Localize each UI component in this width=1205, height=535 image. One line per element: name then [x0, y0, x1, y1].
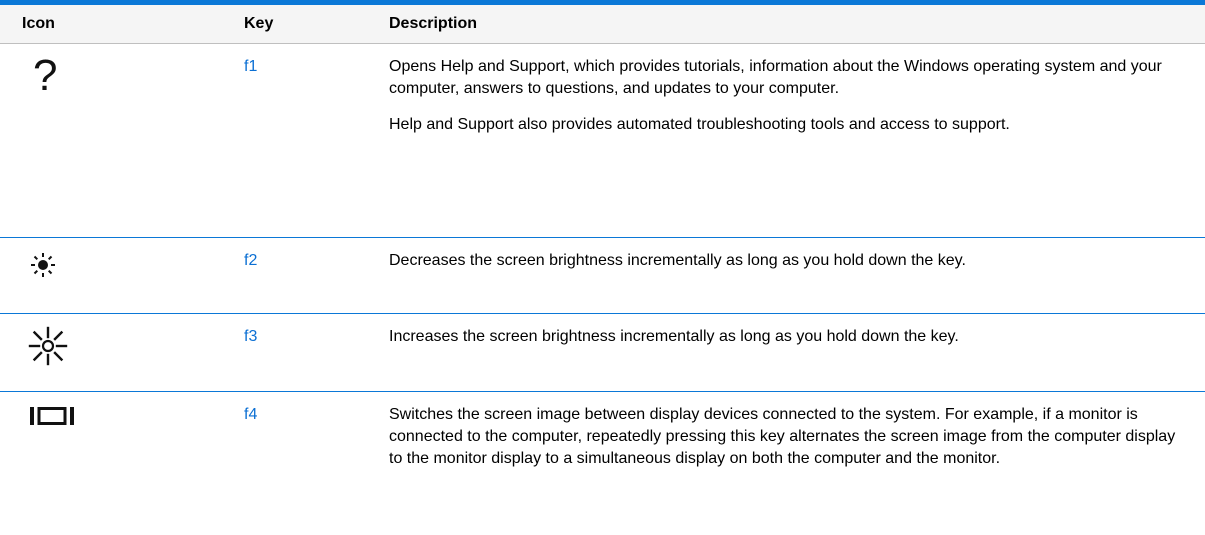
description-cell: Decreases the screen brightness incremen… — [384, 238, 1205, 313]
table-row: f2 Decreases the screen brightness incre… — [0, 238, 1205, 314]
table-header: Icon Key Description — [0, 5, 1205, 44]
description-text: Switches the screen image between displa… — [389, 406, 1176, 467]
table-row: f4 Switches the screen image between dis… — [0, 392, 1205, 522]
icon-cell — [0, 238, 234, 313]
description-text: Increases the screen brightness incremen… — [389, 328, 959, 345]
help-question-icon: ? — [33, 51, 58, 100]
key-cell: f1 — [244, 58, 258, 75]
description-text: Opens Help and Support, which provides t… — [389, 58, 1162, 97]
header-icon: Icon — [22, 15, 55, 32]
key-cell: f3 — [244, 328, 258, 345]
description-cell: Opens Help and Support, which provides t… — [384, 44, 1205, 237]
key-cell: f2 — [244, 252, 258, 269]
icon-cell — [0, 392, 234, 522]
icon-cell: ? — [0, 44, 234, 237]
description-text: Help and Support also provides automated… — [389, 116, 1010, 133]
key-cell: f4 — [244, 406, 258, 423]
description-text: Decreases the screen brightness incremen… — [389, 252, 966, 269]
switch-display-icon — [28, 404, 80, 435]
description-cell: Increases the screen brightness incremen… — [384, 314, 1205, 391]
table-row: f3 Increases the screen brightness incre… — [0, 314, 1205, 392]
function-key-table: Icon Key Description ? f1 Opens Help and… — [0, 0, 1205, 522]
header-key: Key — [244, 15, 274, 32]
table-row: ? f1 Opens Help and Support, which provi… — [0, 44, 1205, 238]
brightness-up-icon — [28, 326, 68, 373]
brightness-down-icon — [28, 250, 58, 287]
header-description: Description — [389, 15, 478, 32]
icon-cell — [0, 314, 234, 391]
description-cell: Switches the screen image between displa… — [384, 392, 1205, 522]
